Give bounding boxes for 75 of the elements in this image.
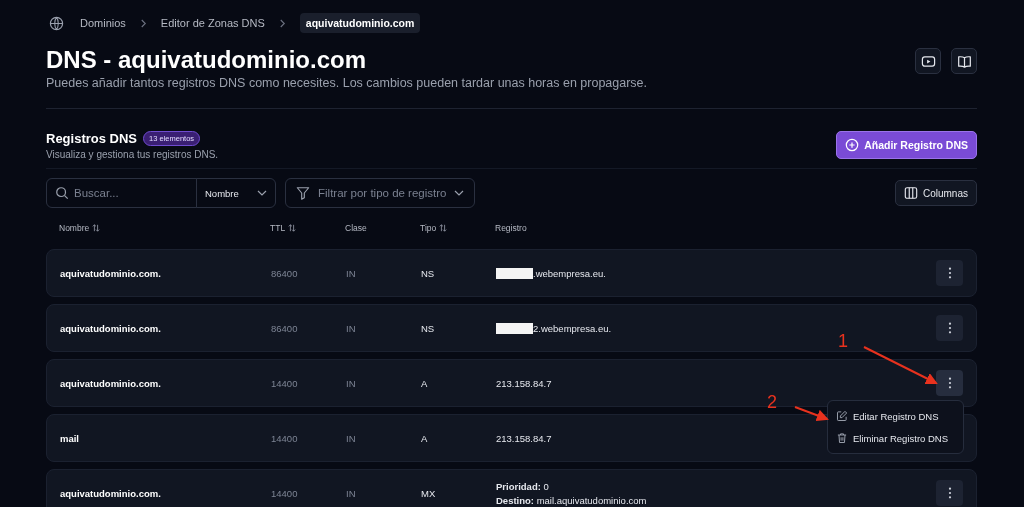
more-options-button[interactable] — [936, 315, 963, 341]
columns-icon — [903, 186, 918, 200]
kebab-icon — [947, 487, 952, 499]
column-header[interactable]: Nombre — [59, 223, 270, 233]
type-filter-dropdown[interactable]: Filtrar por tipo de registro — [285, 178, 476, 208]
page-title: DNS - aquivatudominio.com — [46, 46, 367, 74]
kebab-icon — [947, 267, 952, 279]
video-button[interactable] — [915, 48, 941, 74]
more-options-button[interactable] — [936, 480, 963, 506]
breadcrumb-link[interactable]: Dominios — [80, 17, 126, 29]
plus-icon — [845, 138, 860, 152]
chevron-down-icon — [257, 190, 267, 196]
redaction-block — [496, 322, 533, 334]
ttl-cell-text: 14400 — [271, 432, 299, 444]
type-cell-text: NS — [421, 322, 436, 334]
sort-icon — [288, 224, 297, 232]
section-description: Visualiza y gestiona tus registros DNS. — [46, 149, 219, 160]
record-value: 213.158.84.7 — [496, 432, 552, 444]
type-cell-text: MX — [421, 487, 437, 499]
column-header[interactable]: TTL — [270, 223, 345, 233]
ttl-cell-text: 14400 — [271, 377, 299, 389]
record-value: 213.158.84.7 — [496, 377, 552, 389]
redaction-block — [496, 267, 533, 279]
name-cell-text: aquivatudominio.com. — [60, 267, 162, 279]
chevron-down-icon — [454, 190, 465, 196]
play-icon — [920, 53, 936, 69]
menu-item[interactable]: Editar Registro DNS — [832, 405, 959, 427]
column-header[interactable]: Registro — [495, 223, 977, 233]
type-cell-text: NS — [421, 267, 436, 279]
ttl-cell-text: 14400 — [271, 487, 299, 499]
type-cell-text: A — [421, 377, 429, 389]
column-header[interactable]: Tipo — [420, 223, 495, 233]
page-subtitle: Puedes añadir tantos registros DNS como necesites. Los cambios pueden tardar unas horas en propagarse. — [46, 76, 648, 90]
field-select[interactable]: Nombre — [196, 178, 276, 208]
section-title: Registros DNS — [46, 131, 138, 146]
class-cell-text: IN — [346, 487, 357, 499]
class-cell-text: IN — [346, 322, 357, 334]
record-value: Destino: mail.aquivatudominio.com — [496, 494, 647, 506]
columns-button[interactable]: Columnas — [894, 180, 977, 206]
type-cell-text: A — [421, 432, 429, 444]
ttl-cell-text: 86400 — [271, 322, 299, 334]
search-field[interactable]: Buscar... — [46, 178, 197, 208]
name-cell-text: aquivatudominio.com. — [60, 377, 162, 389]
ttl-cell-text: 86400 — [271, 267, 299, 279]
more-options-button[interactable] — [936, 260, 963, 286]
annotation-number: 1 — [838, 332, 848, 350]
name-cell-text: aquivatudominio.com. — [60, 487, 162, 499]
breadcrumb-link[interactable]: Editor de Zonas DNS — [160, 17, 265, 29]
class-cell-text: IN — [346, 432, 357, 444]
record-value: .webempresa.eu. — [533, 267, 606, 279]
filter-icon — [296, 186, 310, 200]
name-cell-text: aquivatudominio.com. — [60, 322, 162, 334]
sort-icon — [439, 224, 448, 232]
book-button[interactable] — [951, 48, 977, 74]
column-header[interactable]: Clase — [345, 223, 420, 233]
kebab-icon — [947, 377, 952, 389]
trash-icon — [836, 432, 848, 444]
more-options-button[interactable] — [936, 370, 963, 396]
add-record-button[interactable]: Añadir Registro DNS — [836, 131, 977, 159]
record-value: 2.webempresa.eu. — [533, 322, 612, 334]
name-cell-text: mail — [60, 432, 80, 444]
edit-icon — [836, 410, 848, 422]
annotation-number: 2 — [767, 393, 777, 411]
chevron-icon — [139, 18, 147, 28]
class-cell-text: IN — [346, 377, 357, 389]
breadcrumb-link[interactable]: aquivatudominio.com — [299, 13, 421, 33]
kebab-icon — [947, 322, 952, 334]
globe-icon — [49, 15, 64, 31]
book-icon — [956, 53, 972, 69]
class-cell-text: IN — [346, 267, 357, 279]
menu-item[interactable]: Eliminar Registro DNS — [832, 427, 959, 449]
search-icon — [55, 186, 69, 200]
chevron-icon — [278, 18, 286, 28]
sort-icon — [92, 224, 101, 232]
record-value: Prioridad: 0 — [496, 480, 549, 492]
